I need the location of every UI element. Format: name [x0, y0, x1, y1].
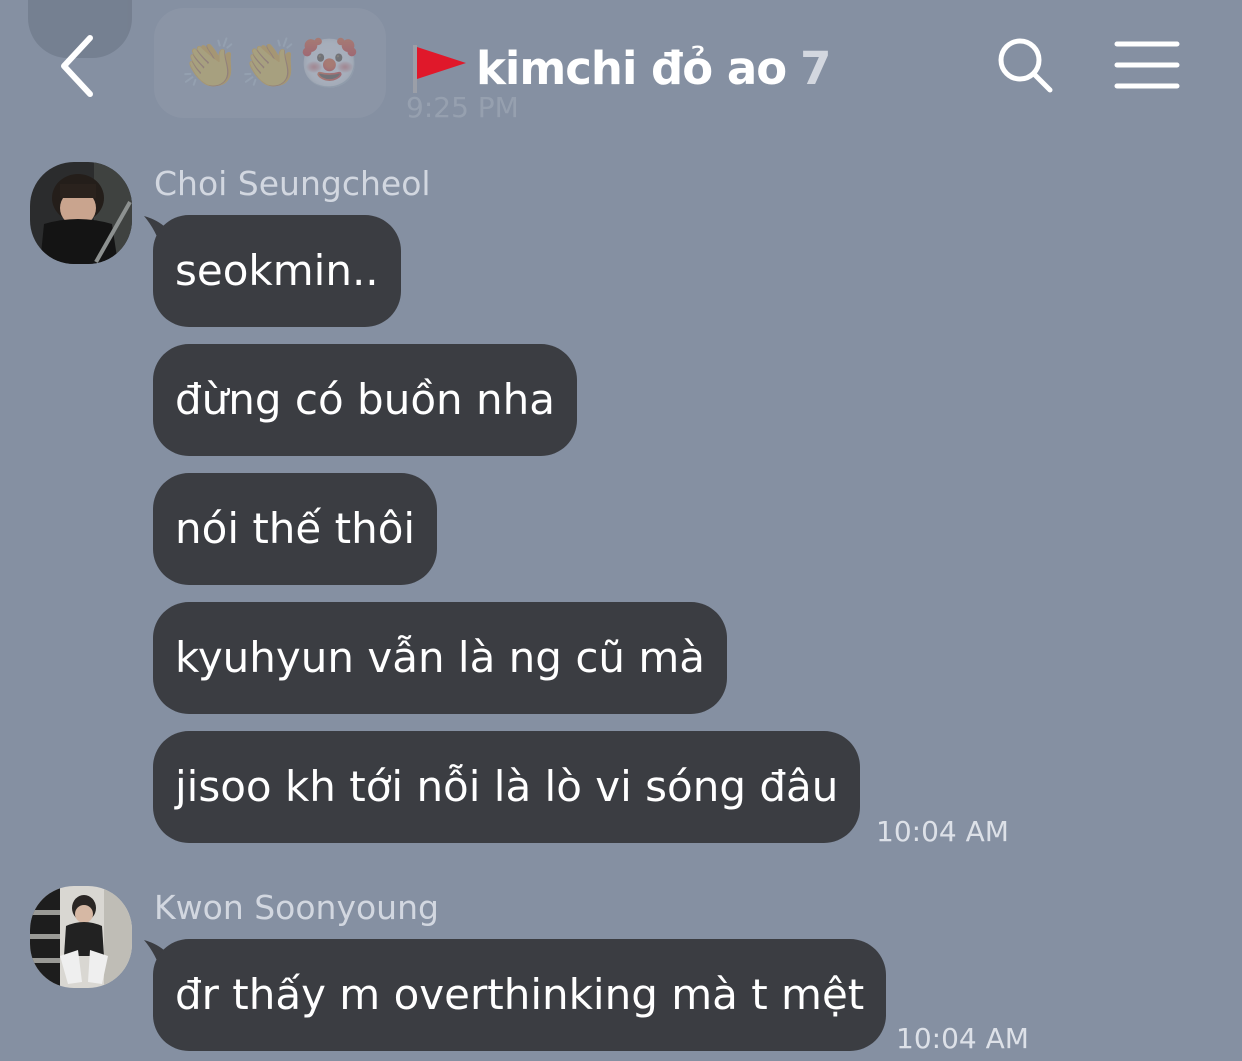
- chat-title: kimchi đỏ ao: [476, 41, 787, 95]
- red-flag-icon: [413, 45, 466, 93]
- message-timestamp: 10:04 AM: [876, 815, 1009, 848]
- sender-name: Kwon Soonyoung: [154, 888, 439, 927]
- chat-header: kimchi đỏ ao 7: [0, 0, 1242, 135]
- chat-title-area[interactable]: kimchi đỏ ao 7: [410, 38, 831, 98]
- profile-photo: [30, 162, 132, 264]
- avatar-kwon-soonyoung[interactable]: [30, 886, 132, 988]
- back-button[interactable]: [50, 30, 110, 102]
- search-button[interactable]: [996, 36, 1056, 96]
- avatar-choi-seungcheol[interactable]: [30, 162, 132, 264]
- message-bubble[interactable]: seokmin..: [153, 215, 401, 327]
- message-bubble[interactable]: đừng có buồn nha: [153, 344, 577, 456]
- message-bubble[interactable]: nói thế thôi: [153, 473, 438, 585]
- message-bubble[interactable]: đr thấy m overthinking mà t mệt: [153, 939, 887, 1051]
- sender-name: Choi Seungcheol: [154, 164, 431, 203]
- message-bubble[interactable]: kyuhyun vẫn là ng cũ mà: [153, 602, 728, 714]
- menu-button[interactable]: [1114, 40, 1180, 90]
- chevron-left-icon: [61, 35, 93, 97]
- profile-photo: [30, 886, 132, 988]
- hamburger-menu-icon: [1114, 41, 1180, 89]
- search-icon: [998, 38, 1053, 93]
- member-count: 7: [800, 41, 832, 95]
- message-timestamp: 10:04 AM: [896, 1022, 1029, 1055]
- message-bubble[interactable]: jisoo kh tới nỗi là lò vi sóng đâu: [153, 731, 861, 843]
